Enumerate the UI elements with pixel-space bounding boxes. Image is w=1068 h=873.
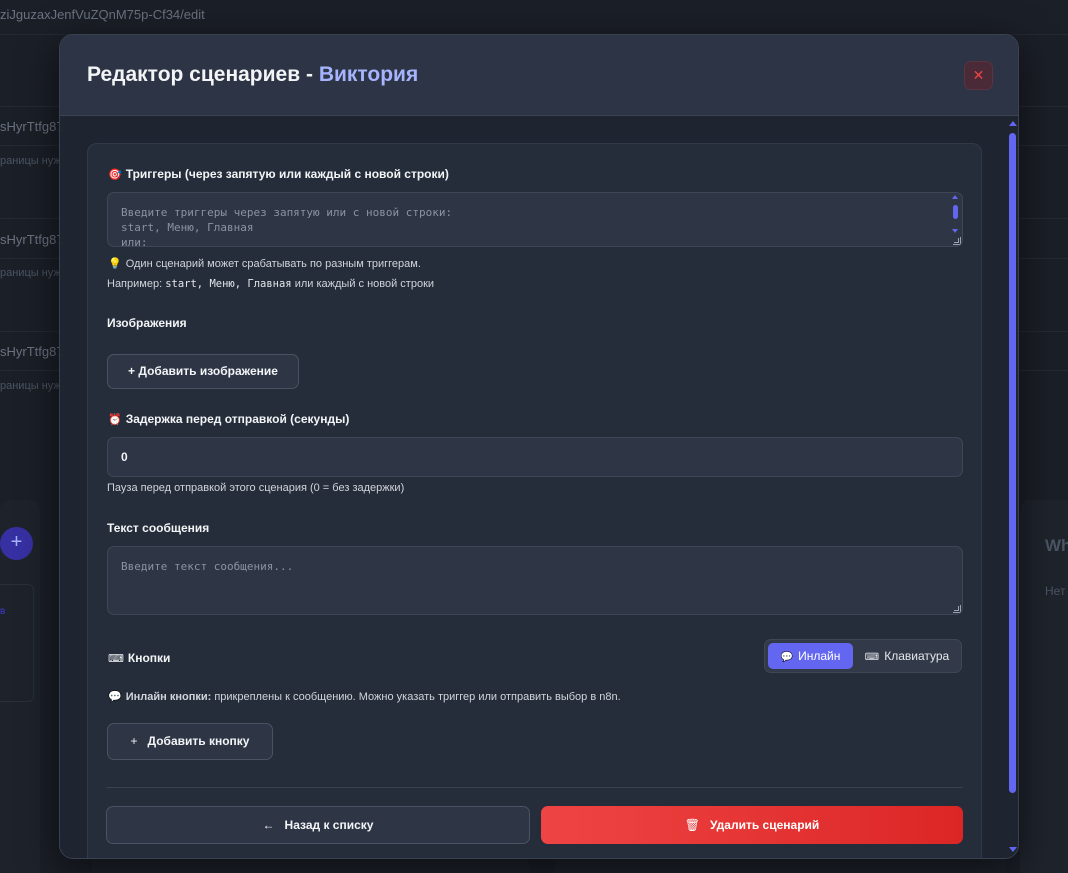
button-type-toggle: 💬 Инлайн ⌨ Клавиатура [764,639,962,673]
close-icon: ✕ [972,67,985,83]
triggers-label-text: Триггеры (через запятую или каждый с нов… [125,167,449,181]
buttons-info-text: прикреплены к сообщению. Можно указать т… [211,691,621,703]
resize-handle-icon[interactable] [953,605,961,613]
resize-handle-icon[interactable] [953,237,961,245]
mode-keyboard-button[interactable]: ⌨ Клавиатура [857,643,957,669]
add-button-label: Добавить кнопку [147,734,250,748]
triggers-scrollbar[interactable] [952,195,960,235]
modal-title-text: Редактор сценариев [87,63,301,86]
add-button-button[interactable]: + Добавить кнопку [107,723,273,760]
triggers-placeholder: Введите триггеры через запятую или с нов… [121,206,453,247]
buttons-info: 💬 Инлайн кнопки: прикреплены к сообщению.… [108,690,621,703]
message-placeholder: Введите текст сообщения... [121,560,294,573]
delay-hint: Пауза перед отправкой этого сценария (0 … [107,482,405,494]
triggers-example-prefix: Например: [107,278,166,290]
speech-bubble-icon: 💬 [108,691,122,703]
scenario-subtitle: раницы нуж [0,267,61,279]
delay-label-text: Задержка перед отправкой (секунды) [125,412,350,426]
mode-inline-button[interactable]: 💬 Инлайн [768,643,853,669]
arrow-left-icon: ← [262,818,275,832]
keyboard-icon: ⌨ [864,652,880,663]
triggers-input[interactable]: Введите триггеры через запятую или с нов… [107,192,963,247]
bot-name: Виктория [318,63,419,86]
title-separator: - [300,63,319,86]
delay-input[interactable]: 0 [107,437,963,477]
scenario-id: sHyrTtfg87 [0,119,64,134]
scroll-down-arrow-icon[interactable] [952,229,958,233]
scroll-up-arrow-icon[interactable] [1009,121,1017,126]
triggers-example-code: start, Меню, Главная [165,278,292,290]
images-label: Изображения [107,316,187,330]
back-to-list-label: Назад к списку [284,818,374,832]
add-image-button[interactable]: + Добавить изображение [107,354,299,389]
scenario-subtitle: раницы нуж [0,155,61,167]
page-url: ziJguzaxJenfVuZQnM75p-Cf34/edit [0,7,205,22]
scroll-up-arrow-icon[interactable] [952,195,958,199]
message-input[interactable]: Введите текст сообщения... [107,546,963,615]
background-card-text: Нет [1045,584,1066,598]
target-icon: 🎯 [108,169,122,181]
add-scenario-button[interactable]: + [0,527,33,560]
modal-scrollbar[interactable] [1008,121,1018,852]
background-card [0,584,34,702]
buttons-label-text: Кнопки [127,651,171,665]
buttons-info-bold: Инлайн кнопки: [125,691,212,703]
lightbulb-icon: 💡 [108,258,122,270]
keyboard-icon: ⌨ [108,653,124,665]
modal-body: 🎯 Триггеры (через запятую или каждый с но… [60,117,1018,858]
buttons-label: ⌨ Кнопки [108,651,170,665]
scenario-subtitle: раницы нуж [0,380,61,392]
back-to-list-button[interactable]: ← Назад к списку [106,806,530,844]
divider [106,787,963,788]
trash-icon: 🗑 [684,818,700,832]
triggers-example-suffix: или каждый с новой строки [291,278,435,290]
alarm-clock-icon: ⏰ [108,414,122,426]
triggers-hint: 💡 Один сценарий может срабатывать по разн… [108,257,421,270]
triggers-hint-text: Один сценарий может срабатывать по разны… [125,258,421,270]
modal-header: Редактор сценариев - Виктория ✕ [60,35,1018,116]
scenario-id: sHyrTtfg87 [0,344,64,359]
plus-icon: + [130,734,138,748]
mode-inline-label: Инлайн [798,649,841,663]
triggers-example: Например: start, Меню, Главная или кажды… [107,278,434,290]
delete-scenario-label: Удалить сценарий [709,818,820,832]
scroll-thumb[interactable] [953,205,958,219]
delete-scenario-button[interactable]: 🗑 Удалить сценарий [541,806,963,844]
scenario-form: 🎯 Триггеры (через запятую или каждый с но… [87,143,982,858]
mode-keyboard-label: Клавиатура [884,649,950,663]
background-card-text: в [0,606,6,617]
modal-title: Редактор сценариев - Виктория [87,63,418,87]
scroll-thumb[interactable] [1009,133,1016,793]
triggers-label: 🎯 Триггеры (через запятую или каждый с но… [108,167,449,181]
delay-label: ⏰ Задержка перед отправкой (секунды) [108,412,349,426]
speech-bubble-icon: 💬 [780,652,794,663]
scenario-id: sHyrTtfg87 [0,232,64,247]
scroll-down-arrow-icon[interactable] [1009,847,1017,852]
close-button[interactable]: ✕ [964,61,993,90]
background-card-title: Wh [1045,536,1068,555]
message-label: Текст сообщения [107,521,210,535]
scenario-editor-modal: Редактор сценариев - Виктория ✕ 🎯 Триггер… [59,34,1019,859]
